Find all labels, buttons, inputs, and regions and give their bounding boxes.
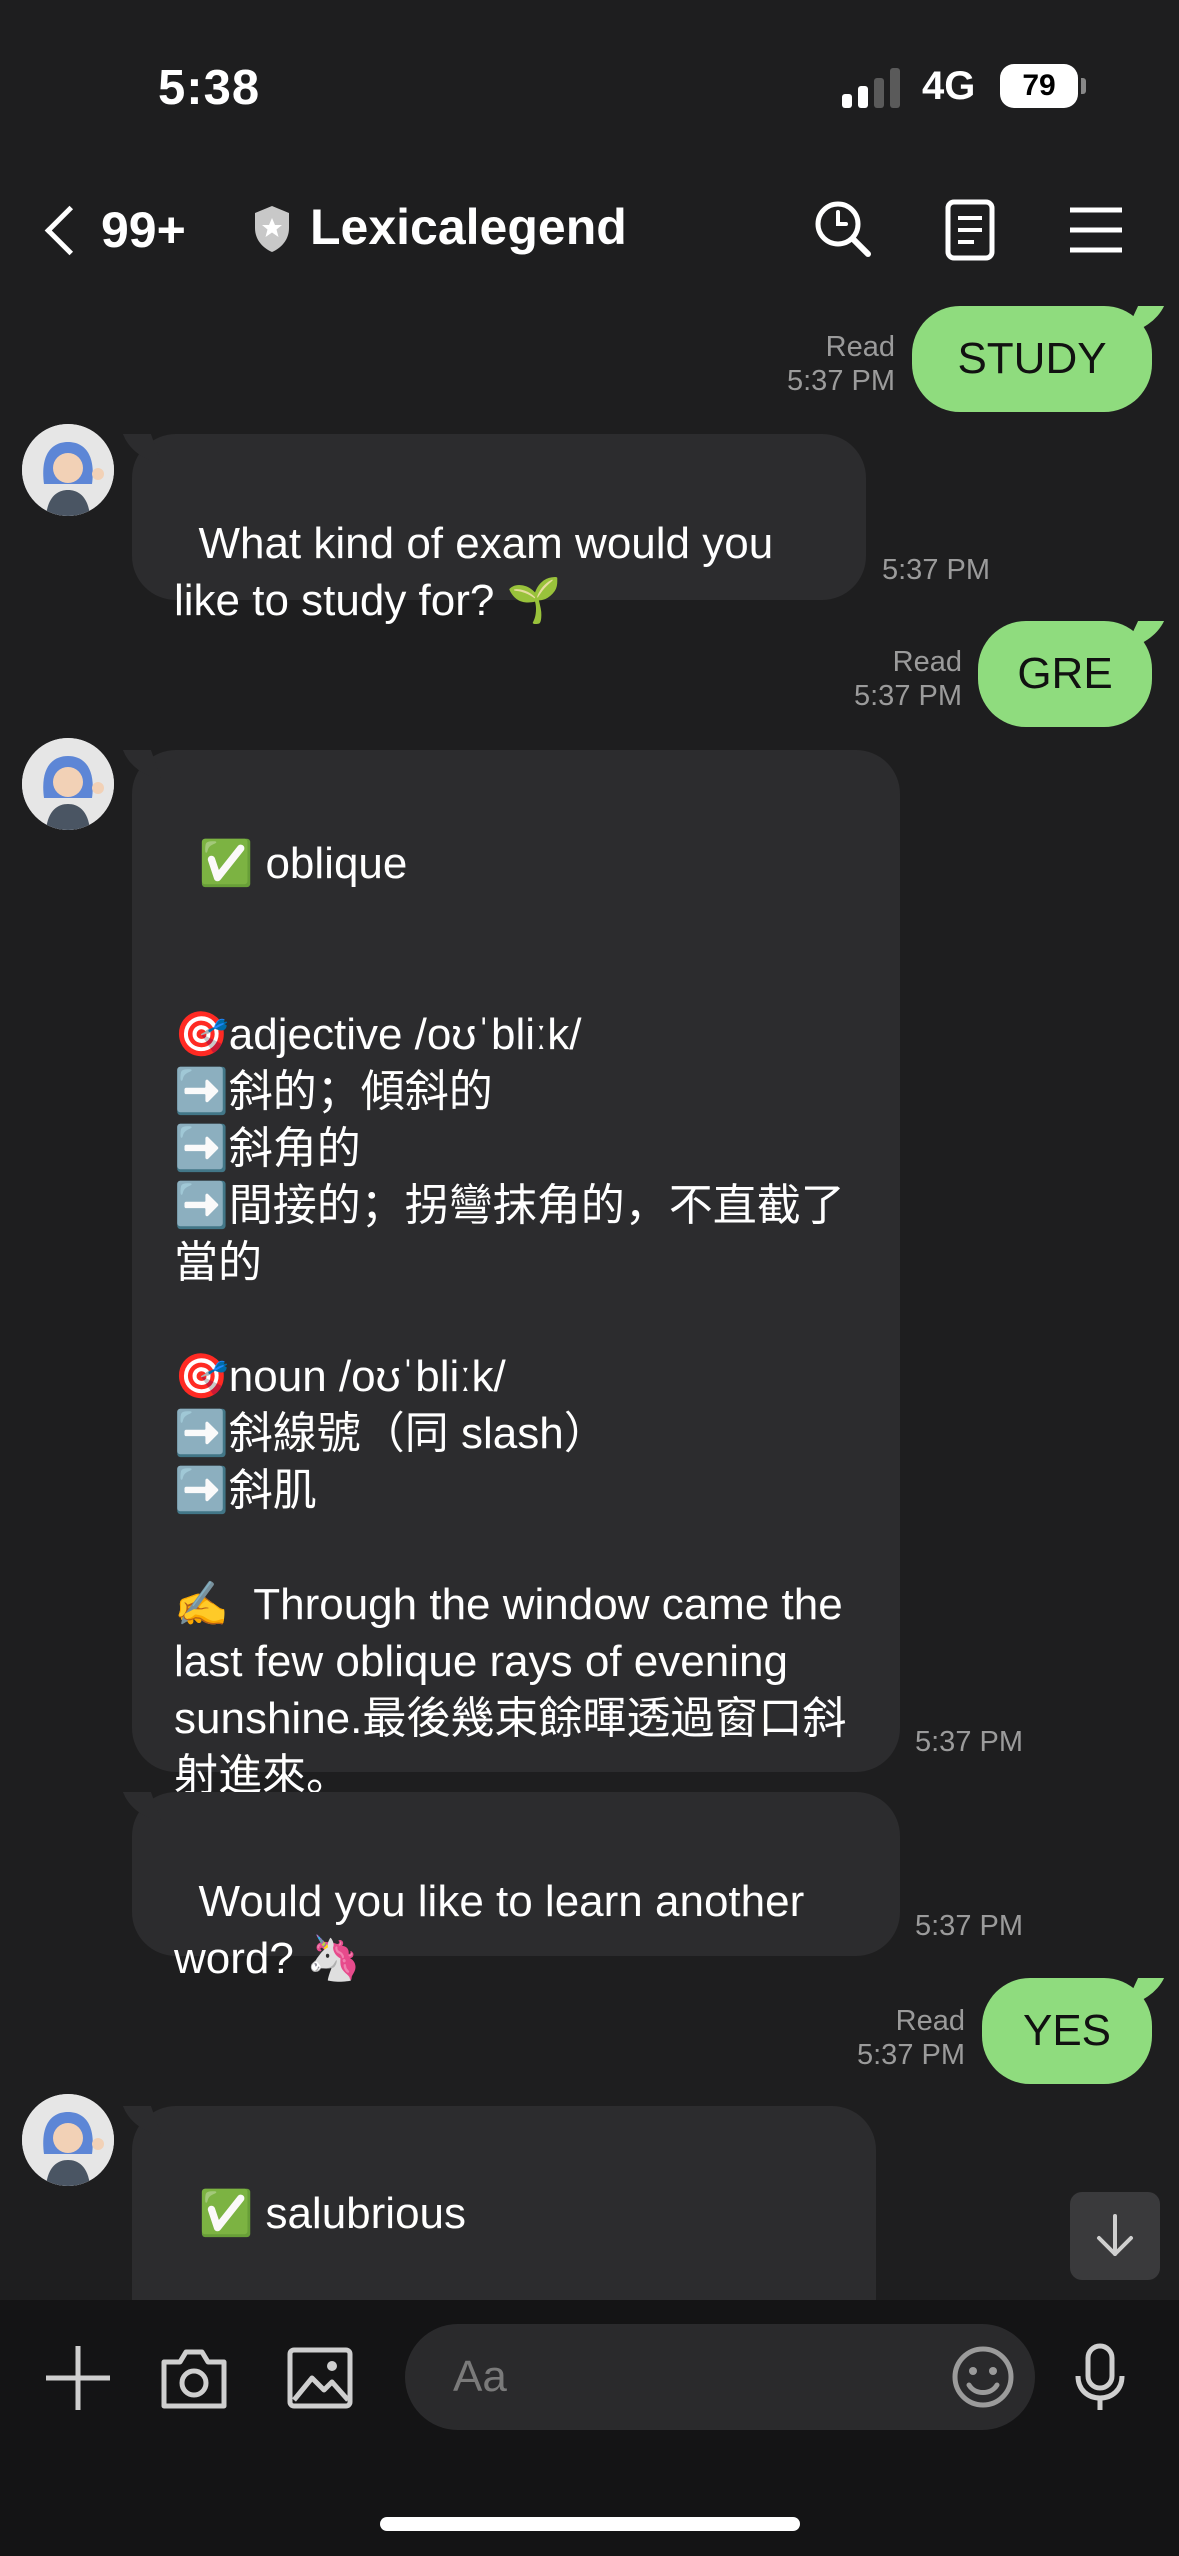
back-icon: [44, 205, 95, 255]
read-receipt: Read 5:37 PM: [857, 2004, 965, 2072]
shield-icon: [255, 206, 289, 252]
unread-count: 99+: [101, 202, 186, 258]
message-time: 5:37 PM: [882, 554, 990, 586]
plus-icon[interactable]: [40, 2340, 116, 2416]
bot-avatar[interactable]: [22, 2094, 114, 2186]
message-text: YES: [1022, 2006, 1112, 2055]
microphone-icon[interactable]: [1062, 2340, 1138, 2416]
message-text: ✅ oblique 🎯adjective /oʊˈbliːk/ ➡️斜的；傾斜的…: [174, 839, 847, 1800]
message-text: GRE: [1017, 649, 1113, 698]
outgoing-message-bubble[interactable]: GRE: [978, 621, 1152, 727]
message-text: Would you like to learn another word? 🦄: [174, 1877, 817, 1983]
signal-icon: [842, 68, 900, 108]
emoji-icon[interactable]: [945, 2339, 1021, 2415]
bot-avatar[interactable]: [22, 424, 114, 516]
read-receipt: Read 5:37 PM: [854, 645, 962, 713]
network-type: 4G: [922, 64, 976, 108]
message-time: 5:37 PM: [854, 680, 962, 712]
menu-icon[interactable]: [1062, 196, 1130, 264]
avatar-image: [22, 2094, 114, 2186]
outgoing-message-bubble[interactable]: YES: [982, 1978, 1152, 2084]
chat-header: 99+ Lexicalegend: [0, 180, 1179, 280]
search-icon[interactable]: [810, 196, 878, 264]
avatar-image: [22, 738, 114, 830]
home-indicator: [380, 2517, 800, 2531]
vocab-card-bubble[interactable]: ✅ oblique 🎯adjective /oʊˈbliːk/ ➡️斜的；傾斜的…: [132, 750, 900, 1800]
incoming-message-bubble[interactable]: What kind of exam would you like to stud…: [132, 434, 866, 625]
message-text: STUDY: [957, 334, 1107, 383]
incoming-message-bubble[interactable]: Would you like to learn another word? 🦄: [132, 1792, 900, 1983]
read-receipt: Read 5:37 PM: [787, 330, 895, 398]
status-time: 5:38: [158, 61, 261, 115]
arrow-down-icon: [1097, 2214, 1133, 2256]
message-time: 5:37 PM: [915, 1726, 1023, 1758]
battery-indicator: 79: [1000, 64, 1086, 108]
message-time: 5:37 PM: [915, 1910, 1023, 1942]
image-icon[interactable]: [282, 2340, 358, 2416]
message-input[interactable]: Aa: [405, 2324, 1035, 2430]
read-label: Read: [825, 331, 895, 363]
back-button[interactable]: 99+: [40, 198, 186, 262]
chat-title: Lexicalegend: [310, 199, 627, 255]
scroll-to-bottom-button[interactable]: [1070, 2192, 1160, 2280]
avatar-image: [22, 424, 114, 516]
message-text: What kind of exam would you like to stud…: [174, 519, 786, 625]
bot-avatar[interactable]: [22, 738, 114, 830]
outgoing-message-bubble[interactable]: STUDY: [912, 306, 1152, 412]
read-label: Read: [892, 646, 962, 678]
message-time: 5:37 PM: [787, 365, 895, 397]
notes-icon[interactable]: [936, 196, 1004, 264]
message-input-placeholder: Aa: [453, 2352, 507, 2401]
camera-icon[interactable]: [156, 2340, 232, 2416]
message-time: 5:37 PM: [857, 2039, 965, 2071]
read-label: Read: [895, 2005, 965, 2037]
message-text: ✅ salubrious: [198, 2189, 467, 2238]
